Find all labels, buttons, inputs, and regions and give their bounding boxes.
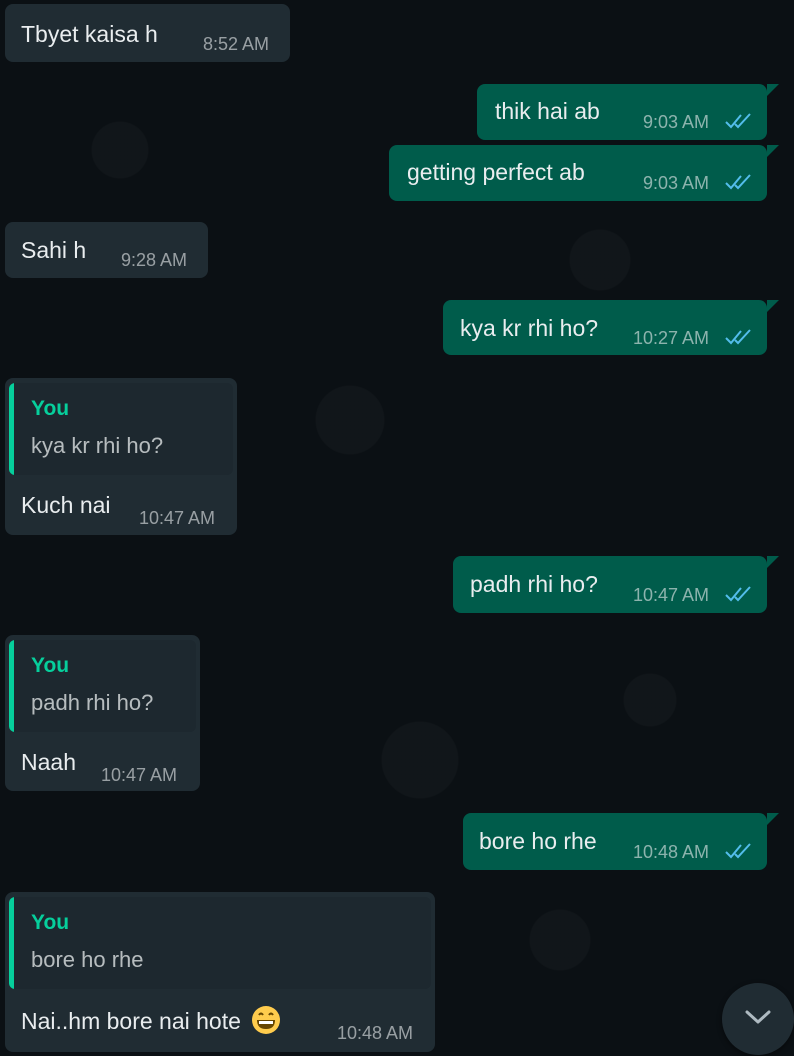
- message-time: 10:47 AM: [633, 585, 710, 605]
- message-time: 10:47 AM: [101, 765, 178, 785]
- message-text: Sahi h: [21, 237, 87, 263]
- double-check-icon: [725, 113, 751, 129]
- message-time: 10:48 AM: [337, 1023, 414, 1043]
- message-text: Tbyet kaisa h: [21, 21, 158, 47]
- message-outgoing[interactable]: bore ho rhe 10:48 AM: [463, 813, 779, 870]
- message-text: padh rhi ho?: [470, 571, 598, 597]
- message-outgoing[interactable]: thik hai ab 9:03 AM: [477, 84, 779, 140]
- quoted-message[interactable]: You bore ho rhe: [9, 897, 431, 989]
- double-check-icon: [725, 174, 751, 190]
- grinning-face-icon: [252, 1006, 281, 1034]
- message-time: 10:27 AM: [633, 328, 710, 348]
- message-incoming[interactable]: You padh rhi ho? Naah 10:47 AM: [5, 635, 200, 791]
- message-incoming[interactable]: You kya kr rhi ho? Kuch nai 10:47 AM: [5, 378, 237, 535]
- quoted-author: You: [31, 654, 70, 677]
- message-outgoing[interactable]: padh rhi ho? 10:47 AM: [453, 556, 779, 613]
- quoted-text: kya kr rhi ho?: [31, 433, 164, 458]
- message-time: 8:52 AM: [203, 34, 270, 54]
- message-text: thik hai ab: [495, 98, 600, 124]
- message-text: Naah: [21, 749, 76, 775]
- message-incoming[interactable]: Tbyet kaisa h 8:52 AM: [5, 4, 290, 62]
- message-text: Kuch nai: [21, 492, 111, 518]
- quoted-text: bore ho rhe: [31, 947, 144, 972]
- message-text: Nai..hm bore nai hote: [21, 1008, 241, 1034]
- message-text: bore ho rhe: [479, 828, 597, 854]
- message-text: kya kr rhi ho?: [460, 315, 599, 341]
- message-text-line: Nai..hm bore nai hote: [21, 1005, 281, 1035]
- message-time: 9:03 AM: [643, 173, 710, 193]
- quoted-message[interactable]: You kya kr rhi ho?: [9, 383, 233, 475]
- message-outgoing[interactable]: getting perfect ab 9:03 AM: [389, 145, 779, 201]
- message-incoming[interactable]: Sahi h 9:28 AM: [5, 222, 208, 278]
- quoted-author: You: [31, 397, 70, 420]
- quoted-text: padh rhi ho?: [31, 690, 154, 715]
- quoted-author: You: [31, 911, 70, 934]
- message-incoming[interactable]: You bore ho rhe Nai..hm bore nai hote 10…: [5, 892, 435, 1052]
- double-check-icon: [725, 329, 751, 345]
- message-time: 9:03 AM: [643, 112, 710, 132]
- quoted-message[interactable]: You padh rhi ho?: [9, 640, 196, 732]
- double-check-icon: [725, 843, 751, 859]
- message-time: 10:47 AM: [139, 508, 216, 528]
- message-outgoing[interactable]: kya kr rhi ho? 10:27 AM: [443, 300, 779, 355]
- scroll-to-bottom-button[interactable]: [722, 983, 794, 1055]
- chat-window: Tbyet kaisa h 8:52 AM thik hai ab 9:03 A…: [0, 0, 794, 1056]
- message-text: getting perfect ab: [407, 159, 585, 185]
- message-time: 10:48 AM: [633, 842, 710, 862]
- message-time: 9:28 AM: [121, 250, 188, 270]
- double-check-icon: [725, 586, 751, 602]
- chevron-down-icon: [745, 1010, 771, 1024]
